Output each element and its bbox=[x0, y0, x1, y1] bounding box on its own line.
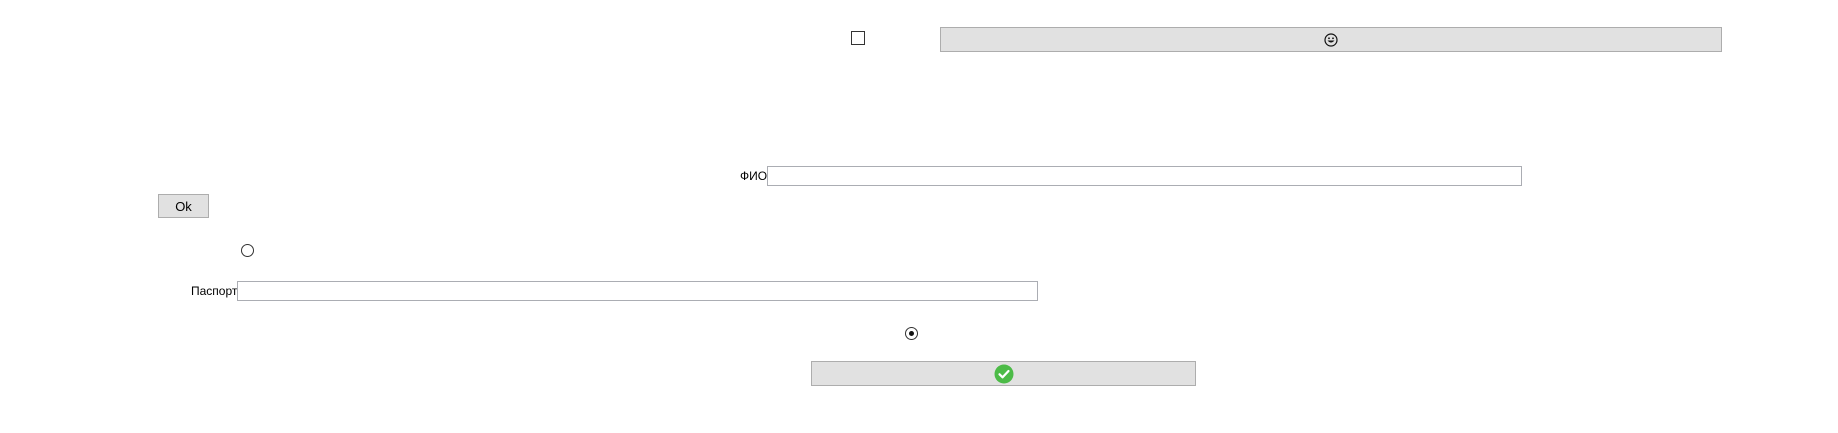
smiley-face-icon bbox=[1324, 32, 1338, 47]
smiley-button[interactable] bbox=[940, 27, 1722, 52]
passport-input[interactable] bbox=[237, 281, 1038, 301]
ok-button-label: Ok bbox=[175, 198, 192, 214]
ok-button[interactable]: Ok bbox=[158, 194, 209, 218]
radio-selected-dot bbox=[909, 331, 914, 336]
fio-label: ФИО bbox=[740, 169, 768, 183]
confirm-button[interactable] bbox=[811, 361, 1196, 386]
fio-input[interactable] bbox=[767, 166, 1522, 186]
radio-option-1[interactable] bbox=[241, 244, 254, 257]
top-checkbox[interactable] bbox=[851, 31, 865, 45]
radio-option-2[interactable] bbox=[905, 327, 918, 340]
green-check-icon bbox=[994, 364, 1014, 384]
passport-label: Паспорт bbox=[191, 284, 238, 298]
